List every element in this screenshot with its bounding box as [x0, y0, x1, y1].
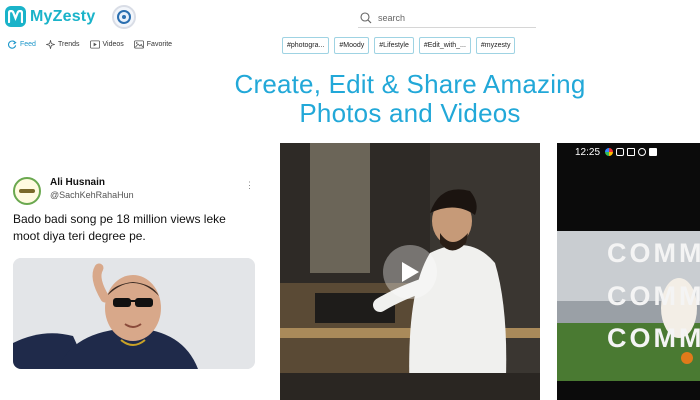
- hero-line-1: Create, Edit & Share Amazing: [234, 69, 586, 99]
- play-button[interactable]: [383, 245, 437, 299]
- nav-item-videos[interactable]: Videos: [89, 40, 124, 49]
- search-bar[interactable]: search: [358, 8, 536, 28]
- brand-logo[interactable]: MyZesty: [5, 6, 95, 27]
- tweet-author-handle: @SachKehRahaHun: [50, 190, 134, 200]
- nav-label: Videos: [102, 41, 124, 48]
- play-icon: [402, 262, 419, 282]
- image-icon: [133, 40, 144, 49]
- main-nav: Feed Trends Videos Favorite: [8, 40, 172, 49]
- nav-item-trends[interactable]: Trends: [45, 40, 80, 49]
- overlay-text: COMME: [607, 323, 700, 353]
- nav-label: Feed: [20, 41, 36, 48]
- search-icon: [360, 11, 372, 23]
- hero-heading: Create, Edit & Share Amazing Photos and …: [200, 70, 620, 128]
- overlay-text: COMME: [607, 238, 700, 268]
- status-time: 12:25: [575, 147, 601, 158]
- video-card-phone[interactable]: 12:25 COMME COMM COMME: [557, 143, 700, 400]
- tweet-image[interactable]: [13, 258, 255, 369]
- overlay-text: COMM: [607, 281, 700, 311]
- nav-label: Trends: [57, 41, 80, 48]
- video-icon: [89, 40, 100, 49]
- hashtag-chip[interactable]: #Lifestyle: [374, 37, 414, 54]
- refresh-icon: [8, 40, 17, 49]
- hashtag-chip[interactable]: #Moody: [334, 37, 370, 54]
- hashtag-chip[interactable]: #photogra...: [282, 37, 330, 54]
- more-options-icon[interactable]: ⋮: [245, 180, 254, 191]
- nav-label: Favorite: [146, 41, 173, 48]
- hashtag-chip[interactable]: #myzesty: [475, 37, 516, 54]
- hashtag-list: #photogra... #Moody #Lifestyle #Edit_wit…: [282, 37, 516, 54]
- nav-item-favorite[interactable]: Favorite: [133, 40, 173, 49]
- tweet-text: Bado badi song pe 18 million views leke …: [13, 212, 226, 243]
- profile-badge-icon[interactable]: [112, 5, 136, 29]
- nav-item-feed[interactable]: Feed: [8, 40, 36, 49]
- hashtag-chip[interactable]: #Edit_with_...: [418, 37, 471, 54]
- status-icons: [605, 148, 657, 156]
- search-input[interactable]: search: [378, 13, 405, 23]
- avatar[interactable]: [13, 177, 41, 205]
- hero-line-2: Photos and Videos: [299, 98, 521, 128]
- brand-name: MyZesty: [30, 7, 96, 25]
- tweet-author-name: Ali Husnain: [50, 177, 106, 188]
- logo-icon: [5, 6, 26, 27]
- sparkle-icon: [45, 40, 55, 49]
